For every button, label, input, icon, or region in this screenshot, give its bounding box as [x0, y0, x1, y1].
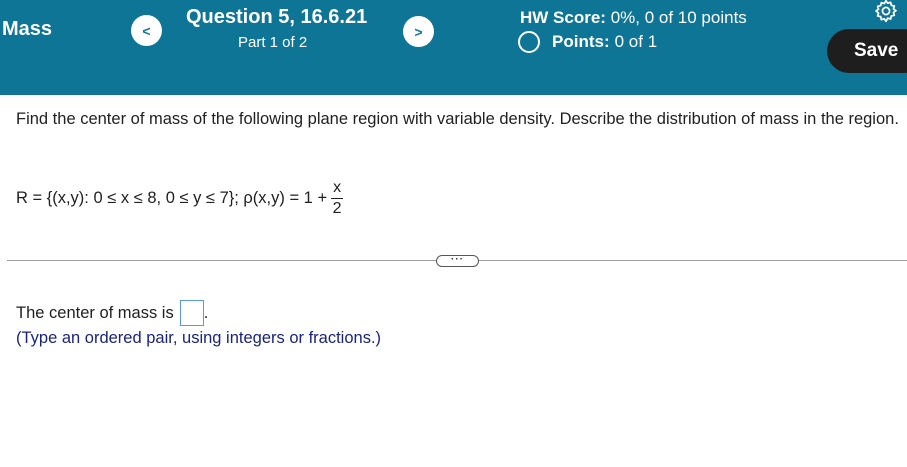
chevron-right-icon: > [414, 23, 423, 40]
density-fraction: x 2 [331, 178, 344, 218]
points-value: 0 of 1 [614, 32, 658, 51]
gear-icon[interactable] [873, 0, 899, 24]
fraction-numerator: x [333, 178, 342, 196]
answer-suffix: . [203, 303, 209, 322]
hw-score-label: HW Score: [520, 8, 606, 27]
page-title: Mass [2, 18, 53, 40]
chevron-left-icon: < [142, 22, 151, 39]
previous-question-button[interactable]: < [131, 15, 162, 46]
expand-more-button[interactable]: ··· [436, 255, 479, 267]
hw-score: HW Score: 0%, 0 of 10 points [520, 8, 747, 28]
fraction-bar [331, 197, 344, 199]
question-title: Question 5, 16.6.21 [186, 6, 368, 28]
points-label: Points: [552, 32, 610, 51]
formula-text: R = {(x,y): 0 ≤ x ≤ 8, 0 ≤ y ≤ 7}; ρ(x,y… [16, 188, 328, 207]
points-status: Points: 0 of 1 [518, 31, 657, 53]
fraction-denominator: 2 [332, 199, 342, 217]
top-banner: Mass < Question 5, 16.6.21 Part 1 of 2 >… [0, 0, 907, 95]
answer-row: The center of mass is . [16, 300, 208, 326]
question-part: Part 1 of 2 [238, 34, 308, 51]
region-density-formula: R = {(x,y): 0 ≤ x ≤ 8, 0 ≤ y ≤ 7}; ρ(x,y… [16, 176, 344, 220]
save-button[interactable]: Save [827, 29, 907, 73]
center-of-mass-input[interactable] [179, 300, 204, 326]
points-progress-ring-icon [518, 31, 540, 53]
answer-hint: (Type an ordered pair, using integers or… [16, 329, 382, 347]
hw-score-value: 0%, 0 of 10 points [610, 8, 747, 27]
answer-prefix: The center of mass is [16, 303, 174, 322]
next-question-button[interactable]: > [403, 16, 434, 47]
question-prompt: Find the center of mass of the following… [16, 110, 899, 128]
